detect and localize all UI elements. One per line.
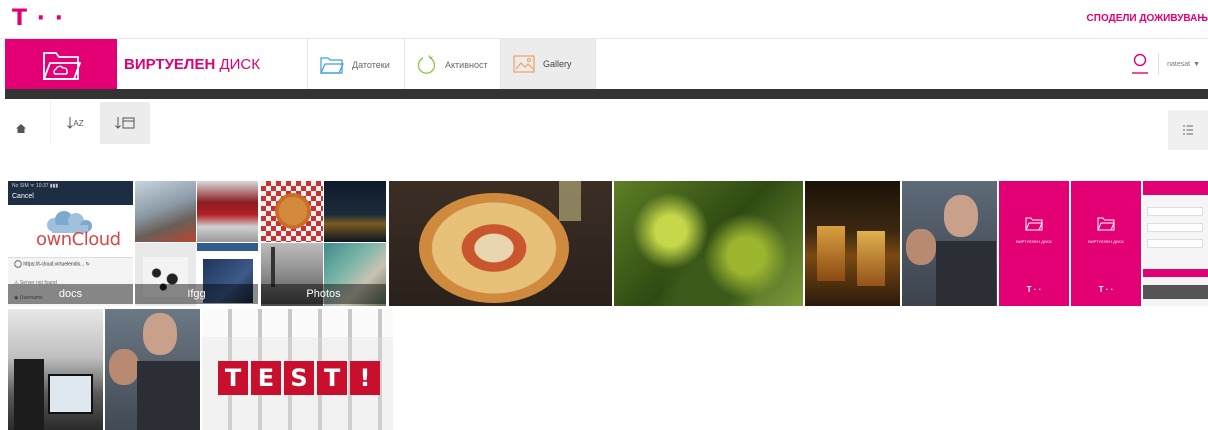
jacket [936,241,996,306]
app-list-row [1147,239,1203,248]
sort-date-icon [115,117,135,129]
album-thumb [324,181,386,242]
refresh-icon [417,55,436,74]
app-screen-mark: T · · [1026,285,1042,294]
folder-icon [320,57,344,74]
tab-files-label: Датотеки [352,60,390,70]
wine-glass [559,181,581,221]
globe-icon [14,260,22,268]
album-docs[interactable]: No SIM ᯤ 10:37 ▮▮▮ Cancel ownCloud https… [8,181,133,306]
tab-activity-label: Активност [445,60,488,70]
app-list-row [1147,223,1203,232]
face-left [109,349,139,385]
face-right [143,313,177,355]
app-header: ВИРТУЕЛЕН ДИСК Датотеки Активност Galler… [0,38,1208,91]
album-ifgg[interactable]: Ifgg [135,181,258,306]
person [14,359,44,430]
album-thumb [197,181,258,242]
photo-selfie-2[interactable] [105,309,200,430]
app-screen-caption: ВИРТУЕЛЕН ДИСК [1088,239,1124,244]
telekom-logo[interactable]: T · · [12,6,64,31]
sort-date-button[interactable] [100,102,150,144]
user-menu[interactable]: natesat ▼ [1130,53,1200,75]
user-icon [1132,53,1149,74]
album-thumb [261,181,323,242]
app-logo[interactable] [5,39,117,91]
tab-gallery[interactable]: Gallery [500,39,595,91]
app-title: ВИРТУЕЛЕН ДИСК [124,56,260,73]
key-row [202,309,393,337]
bridge-photo [271,247,275,287]
owncloud-logo: ownCloud [18,211,123,251]
test-key: T [317,361,347,395]
photo-app-screen[interactable]: ВИРТУЕЛЕН ДИСК T · · [1071,181,1141,306]
list-view-button[interactable] [1168,110,1208,150]
sort-alphabetical-button[interactable]: AZ [50,102,100,144]
app-list-header [1143,181,1208,195]
test-key: T [218,361,248,395]
tab-gallery-label: Gallery [543,59,572,69]
album-label: docs [8,284,133,304]
user-divider [1158,53,1160,75]
test-keys: T E S T ! [218,361,380,395]
user-name: natesat [1167,60,1191,68]
photo-selfie[interactable] [902,181,997,306]
photo-app-screen[interactable]: ВИРТУЕЛЕН ДИСК T · · [999,181,1069,306]
instagram-header [197,243,258,251]
photo-drinks[interactable] [805,181,900,306]
cloud-folder-icon [42,52,81,80]
owncloud-wordmark: ownCloud [36,229,121,250]
folder-icon [1025,217,1043,231]
glass-right [857,231,885,286]
app-title-rest: ДИСК [215,56,260,73]
app-screen-caption: ВИРТУЕЛЕН ДИСК [1016,239,1052,244]
phone-url-row: https://t-cloud.virtuelendis... ↻ [14,260,132,272]
sort-az-label: AZ [73,118,84,128]
album-label: Photos [261,284,386,304]
pizza-shape [419,193,569,303]
monitor [48,374,93,414]
app-list-row [1147,207,1203,216]
album-thumb [135,181,196,242]
app-title-bold: ВИРТУЕЛЕН [124,56,216,73]
app-list-footer [1143,285,1208,299]
face-left [906,229,936,265]
top-bar: T · · СПОДЕЛИ ДОЖИВУВАЊ [0,0,1208,38]
phone-header: No SIM ᯤ 10:37 ▮▮▮ Cancel [8,181,133,205]
glass-left [817,226,845,281]
list-view-icon [1183,125,1193,135]
reload-icon: ↻ [85,261,90,268]
album-label: Ifgg [135,284,258,304]
album-photos[interactable]: Photos [261,181,386,306]
photo-app-list[interactable] [1143,181,1208,306]
header-underline [5,89,1208,99]
photo-test-keyboard[interactable]: T E S T ! [202,309,393,430]
phone-status-bar: No SIM ᯤ 10:37 ▮▮▮ [12,183,59,189]
tab-activity[interactable]: Активност [404,39,500,91]
image-icon [513,55,535,73]
share-experiences-link[interactable]: СПОДЕЛИ ДОЖИВУВАЊ [1087,13,1208,24]
test-key: ! [350,361,380,395]
pizza-photo [275,193,311,229]
app-list-bar [1143,269,1208,277]
photo-leaves[interactable] [614,181,803,306]
home-icon[interactable] [16,120,26,138]
tab-files[interactable]: Датотеки [307,39,404,91]
phone-cancel-text: Cancel [12,193,34,200]
test-key: S [284,361,314,395]
phone-url-text: https://t-cloud.virtuelendis... [23,261,85,268]
photo-office[interactable] [8,309,103,430]
folder-icon [1097,217,1115,231]
test-key: E [251,361,281,395]
app-screen-mark: T · · [1098,285,1114,294]
chevron-down-icon: ▼ [1193,60,1200,68]
jacket [137,361,200,430]
nav-divider [595,39,596,91]
photo-pizza[interactable] [389,181,612,306]
face-right [944,195,978,237]
phone-divider [8,257,133,258]
